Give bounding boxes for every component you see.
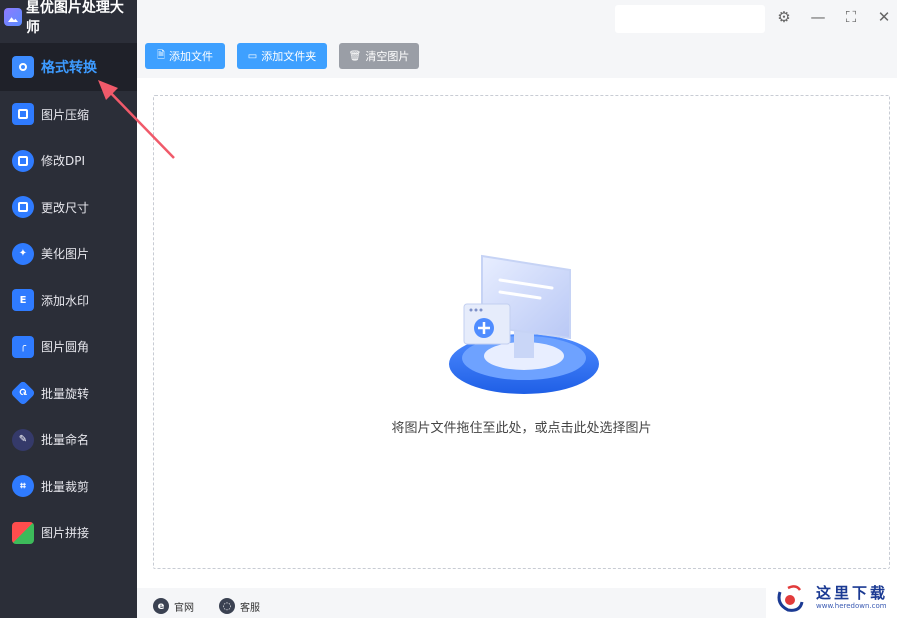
clear-images-button[interactable]: 🗑 清空图片 <box>339 43 419 69</box>
round-corner-icon: ╭ <box>12 335 34 358</box>
crop-icon: ⌗ <box>12 475 34 498</box>
website-link[interactable]: e 官网 <box>153 598 194 614</box>
app-header: 星优图片处理大师 <box>0 0 137 36</box>
sidebar-item-label: 批量旋转 <box>41 386 90 401</box>
sidebar-item-format-convert[interactable]: 格式转换 <box>0 43 137 91</box>
chat-icon: ◌ <box>219 598 235 614</box>
compress-icon <box>12 103 34 126</box>
sidebar-item-dpi[interactable]: 修改DPI <box>0 138 137 185</box>
file-icon: 🗎 <box>156 49 166 61</box>
stitch-icon <box>12 521 34 544</box>
beautify-icon: ✦ <box>12 242 34 265</box>
settings-icon[interactable]: ⚙ <box>773 6 795 28</box>
rotate-icon: ⟳ <box>10 380 36 406</box>
add-folder-label: 添加文件夹 <box>261 50 317 63</box>
add-file-label: 添加文件 <box>169 50 214 63</box>
sidebar-item-label: 图片拼接 <box>41 526 90 541</box>
sidebar-item-stitch[interactable]: 图片拼接 <box>0 510 137 557</box>
rename-icon: ✎ <box>12 428 34 451</box>
sidebar-item-resize[interactable]: 更改尺寸 <box>0 184 137 231</box>
watermark-icon: E <box>12 289 34 312</box>
sidebar-item-rotate[interactable]: ⟳ 批量旋转 <box>0 370 137 417</box>
sidebar-item-label: 更改尺寸 <box>41 200 90 215</box>
watermark-title: 这里下载 <box>816 584 889 602</box>
app-logo-icon <box>4 8 22 26</box>
trash-icon: 🗑 <box>348 50 362 62</box>
dpi-icon <box>12 149 34 172</box>
sidebar-item-label: 图片圆角 <box>41 340 90 355</box>
sidebar-item-label: 批量命名 <box>41 433 90 448</box>
maximize-icon[interactable]: ⛶ <box>840 6 862 28</box>
sidebar-item-label: 批量裁剪 <box>41 479 90 494</box>
watermark-site: www.heredown.com <box>816 602 887 610</box>
support-link[interactable]: ◌ 客服 <box>219 598 260 614</box>
sidebar-item-beautify[interactable]: ✦ 美化图片 <box>0 231 137 278</box>
sidebar-item-rename[interactable]: ✎ 批量命名 <box>0 417 137 464</box>
app-title: 星优图片处理大师 <box>25 0 124 36</box>
title-bar: ⚙ — ⛶ ✕ <box>137 0 897 34</box>
toolbar: 🗎 添加文件 ▭ 添加文件夹 🗑 清空图片 <box>137 34 897 78</box>
sidebar-item-crop[interactable]: ⌗ 批量裁剪 <box>0 463 137 510</box>
support-label: 客服 <box>240 602 260 614</box>
image-convert-icon <box>12 56 34 78</box>
image-drop-zone[interactable]: 将图片文件拖住至此处，或点击此处选择图片 <box>153 95 890 569</box>
sidebar-item-watermark[interactable]: E 添加水印 <box>0 277 137 324</box>
minimize-icon[interactable]: — <box>807 6 829 28</box>
drop-hint-text: 将图片文件拖住至此处，或点击此处选择图片 <box>391 421 652 436</box>
monitor-upload-illustration-icon <box>449 254 599 394</box>
add-file-button[interactable]: 🗎 添加文件 <box>145 43 225 69</box>
close-icon[interactable]: ✕ <box>873 6 895 28</box>
sidebar-item-label: 美化图片 <box>41 247 90 262</box>
sidebar-nav: 格式转换 图片压缩 修改DPI 更改尺寸 ✦ 美化图片 E 添加水印 ╭ 图片圆… <box>0 43 137 556</box>
sidebar-item-round-corner[interactable]: ╭ 图片圆角 <box>0 324 137 371</box>
sidebar-item-label: 添加水印 <box>41 293 90 308</box>
site-watermark: 这里下载 www.heredown.com <box>766 578 897 618</box>
website-label: 官网 <box>174 602 194 614</box>
sidebar-item-compress[interactable]: 图片压缩 <box>0 91 137 138</box>
resize-icon <box>12 196 34 219</box>
folder-icon: ▭ <box>247 50 258 62</box>
clear-images-label: 清空图片 <box>365 50 410 63</box>
browser-icon: e <box>153 598 169 614</box>
main-content: 将图片文件拖住至此处，或点击此处选择图片 <box>137 78 897 588</box>
sidebar-item-label: 修改DPI <box>41 154 86 169</box>
watermark-logo-icon <box>777 585 804 612</box>
sidebar-item-label: 图片压缩 <box>41 107 90 122</box>
sidebar-item-label: 格式转换 <box>41 60 97 76</box>
header-blank-field[interactable] <box>615 5 765 33</box>
add-folder-button[interactable]: ▭ 添加文件夹 <box>237 43 327 69</box>
sidebar: 星优图片处理大师 格式转换 图片压缩 修改DPI 更改尺寸 ✦ 美化图片 E 添… <box>0 0 137 618</box>
